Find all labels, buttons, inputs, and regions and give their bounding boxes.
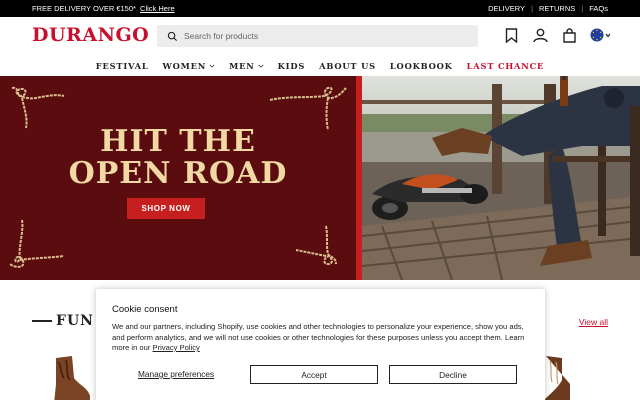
- promo-link[interactable]: Click Here: [140, 4, 175, 13]
- hero-photo: [362, 76, 640, 280]
- nav-label: LAST CHANCE: [466, 60, 545, 71]
- cookie-title: Cookie consent: [112, 304, 178, 315]
- cookie-consent-dialog: Cookie consent We and our partners, incl…: [96, 289, 545, 400]
- hero-text-panel: HIT THE OPEN ROAD SHOP NOW: [0, 76, 356, 280]
- cart-icon[interactable]: [561, 27, 577, 43]
- logo[interactable]: DURANGO: [32, 24, 149, 46]
- nav-label: ABOUT US: [319, 60, 376, 71]
- search-input[interactable]: [184, 31, 464, 41]
- shop-now-button[interactable]: SHOP NOW: [127, 198, 205, 219]
- hero-banner[interactable]: HIT THE OPEN ROAD SHOP NOW: [0, 76, 640, 280]
- cookie-actions: Manage preferences Accept Decline: [96, 365, 545, 385]
- chevron-down-icon: [258, 64, 264, 68]
- rope-decoration-icon: [11, 86, 65, 129]
- nav-label: FESTIVAL: [95, 60, 149, 71]
- view-all-link[interactable]: View all: [579, 317, 608, 327]
- nav-label: KIDS: [277, 60, 306, 71]
- rope-decoration-icon: [269, 86, 347, 131]
- search-icon: [167, 31, 178, 41]
- promo-label: FREE DELIVERY OVER €150*: [32, 4, 136, 13]
- privacy-policy-link[interactable]: Privacy Policy: [153, 343, 200, 352]
- nav-festival[interactable]: FESTIVAL: [96, 61, 149, 71]
- nav-kids[interactable]: KIDS: [278, 61, 305, 71]
- header-icons: [503, 27, 612, 43]
- site-header: DURANGO: [0, 17, 640, 55]
- chevron-down-icon: [209, 64, 215, 68]
- cookie-body: We and our partners, including Shopify, …: [112, 322, 529, 354]
- hero-title-line2: OPEN ROAD: [68, 156, 288, 191]
- section-title: FUN: [32, 313, 94, 329]
- eu-flag-icon[interactable]: [590, 27, 612, 43]
- nav-label: WOMEN: [162, 60, 207, 71]
- account-icon[interactable]: [532, 27, 548, 43]
- nav-lookbook[interactable]: LOOKBOOK: [390, 61, 453, 71]
- returns-link[interactable]: RETURNS: [533, 4, 581, 13]
- nav-label: LOOKBOOK: [389, 60, 453, 71]
- hero-title-line1: HIT THE: [100, 124, 256, 159]
- delivery-link[interactable]: DELIVERY: [482, 4, 531, 13]
- main-nav: FESTIVAL WOMEN MEN KIDS ABOUT US LOOKBOO…: [0, 55, 640, 76]
- nav-women[interactable]: WOMEN: [163, 61, 216, 71]
- bookmark-icon[interactable]: [503, 27, 519, 43]
- utility-links: DELIVERY | RETURNS | FAQs: [482, 4, 608, 13]
- section-title-text: FUN: [56, 313, 94, 329]
- decline-button[interactable]: Decline: [389, 365, 517, 384]
- nav-men[interactable]: MEN: [229, 61, 264, 71]
- hero-title: HIT THE OPEN ROAD: [0, 126, 356, 190]
- search-bar[interactable]: [157, 25, 478, 47]
- boot-product-image[interactable]: [48, 354, 92, 400]
- rope-decoration-icon: [295, 225, 337, 266]
- faqs-link[interactable]: FAQs: [583, 4, 608, 13]
- rope-decoration-icon: [9, 219, 65, 268]
- section-dash: [32, 320, 52, 322]
- hero-photo-illustration: [362, 76, 640, 280]
- nav-label: MEN: [229, 60, 255, 71]
- boot-product-image[interactable]: [540, 354, 584, 400]
- promo-text: FREE DELIVERY OVER €150* Click Here: [32, 4, 482, 13]
- nav-last-chance[interactable]: LAST CHANCE: [467, 61, 545, 71]
- announcement-bar: FREE DELIVERY OVER €150* Click Here DELI…: [0, 0, 640, 17]
- manage-preferences-link[interactable]: Manage preferences: [138, 369, 214, 379]
- accept-button[interactable]: Accept: [250, 365, 378, 384]
- nav-about-us[interactable]: ABOUT US: [319, 61, 376, 71]
